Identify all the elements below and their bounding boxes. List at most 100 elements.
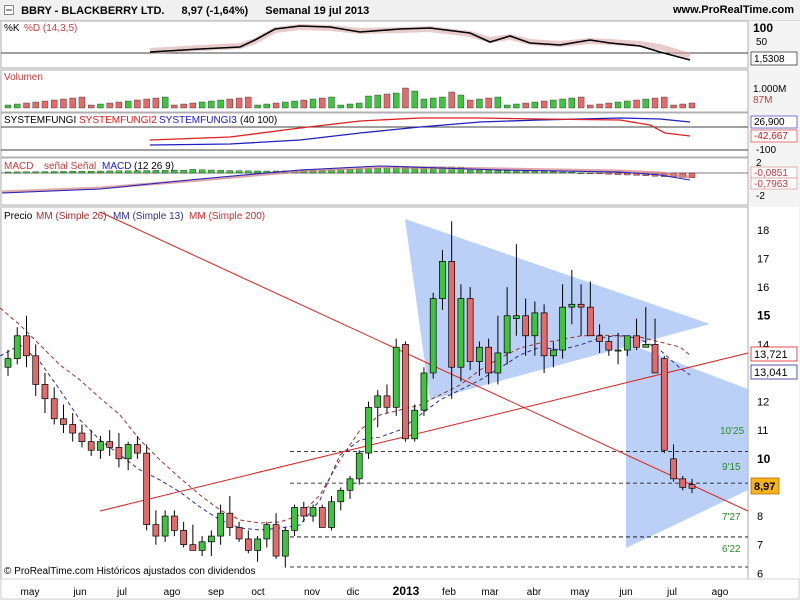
volume-bar [494,96,502,109]
footer-credit: © ProRealTime.com Históricos ajustados c… [4,566,256,577]
candle-body [651,344,659,374]
volume-bar [198,101,206,109]
time-tick-label: dic [347,587,360,598]
site-label[interactable]: www.ProRealTime.com [673,4,794,16]
volume-bar [41,100,49,109]
volume-bar [180,103,187,109]
macd-hist-bar [568,172,575,174]
candle-body [596,335,603,342]
volume-bar [14,103,21,109]
volume-bar [51,99,58,109]
candle-body [420,372,428,411]
candle-body [244,538,252,551]
volume-bar [263,103,270,109]
volume-bar [633,99,640,109]
time-tick-label: jun [72,587,86,598]
volume-bar [226,98,233,109]
volume-bar [448,91,455,109]
candle-body [106,441,114,448]
candle-body [346,478,354,491]
volume-bar [559,98,566,109]
candle-body [13,335,21,360]
candle-body [87,441,95,451]
stoch-tick-100: 100 [753,21,773,35]
stoch-label-k: %K [4,23,20,34]
candle-body [476,346,483,362]
volume-bar [540,100,548,109]
price-tick-label: 7 [757,540,763,552]
sysfungi-last-2: -42,667 [754,131,788,142]
volume-bar [272,102,280,109]
volume-bar [374,94,381,109]
volume-bar [467,99,474,109]
last-price-value: 8,97 [754,481,775,493]
candle-body [217,512,224,537]
candle [143,444,150,531]
ma-value-2: 13,041 [754,367,788,379]
macd-hist-bar [189,169,197,174]
volume-bar [503,104,511,109]
candle-body [577,303,585,308]
time-tick-label: may [571,587,590,598]
candle-body [688,484,696,489]
candle-body [143,452,150,525]
macd-hist-bar [254,170,261,174]
candle-body [189,544,197,551]
volume-bar [4,104,12,109]
time-tick-label: nov [304,587,320,598]
volume-bar [69,97,76,109]
macd-hist-bar [577,172,585,174]
volume-bar [291,100,298,109]
time-tick-label: oct [251,587,265,598]
candle [420,367,428,416]
candle-body [161,515,169,537]
candle-body [374,395,382,408]
time-tick-label: ago [164,587,181,598]
volume-bar [383,93,391,109]
macd-hist-bar [208,169,215,174]
volume-bar [411,90,418,109]
candle-body [226,512,234,528]
volume-bar [217,99,224,109]
volume-bar [106,102,113,109]
price-label: Precio [4,211,33,222]
volume-bar [457,94,465,109]
sysfungi-last-1: 26,900 [754,117,785,128]
quote-value: 8,97 (-1,64%) [181,5,249,17]
macd-hist-bar [476,170,483,174]
macd-label-3: MACD [102,161,131,172]
sysfungi-label-1: SYSTEMFUNGI [4,115,76,126]
candle-body [642,344,650,348]
volume-bar [161,96,169,109]
ma13-label: MM (Simple 13) [113,211,184,222]
stoch-label-d: %D (14,3,5) [24,23,77,34]
macd-hist-bar [559,171,566,174]
time-tick-label: jul [116,587,127,598]
candle [457,284,465,382]
volume-bar [568,97,575,109]
sysfungi-params: (40 100) [240,115,277,126]
candle-body [134,444,141,454]
volume-bar [208,100,215,109]
volume-bar [134,99,141,109]
candle-body [328,501,335,528]
volume-bar [513,103,520,109]
instrument-header: BBRY - BLACKBERRY LTD. 8,97 (-1,64%) Sem… [4,4,383,17]
candle-body [531,312,539,337]
level-label-4: 6'22 [722,544,741,555]
candle [411,404,419,442]
time-tick-label: 2013 [393,584,420,598]
candle-body [78,432,86,442]
candle [466,287,474,371]
candle-body [309,507,317,517]
volume-bar [550,99,557,109]
level-label-2: 9'15 [722,462,741,473]
level-label-3: 7'27 [722,512,741,523]
candle-body [318,507,326,528]
volume-bar [23,102,30,109]
volume-bar [78,96,86,109]
volume-bar [245,96,252,109]
macd-hist-bar [245,170,252,174]
collapse-icon[interactable] [4,5,14,15]
candle-body [568,303,576,308]
